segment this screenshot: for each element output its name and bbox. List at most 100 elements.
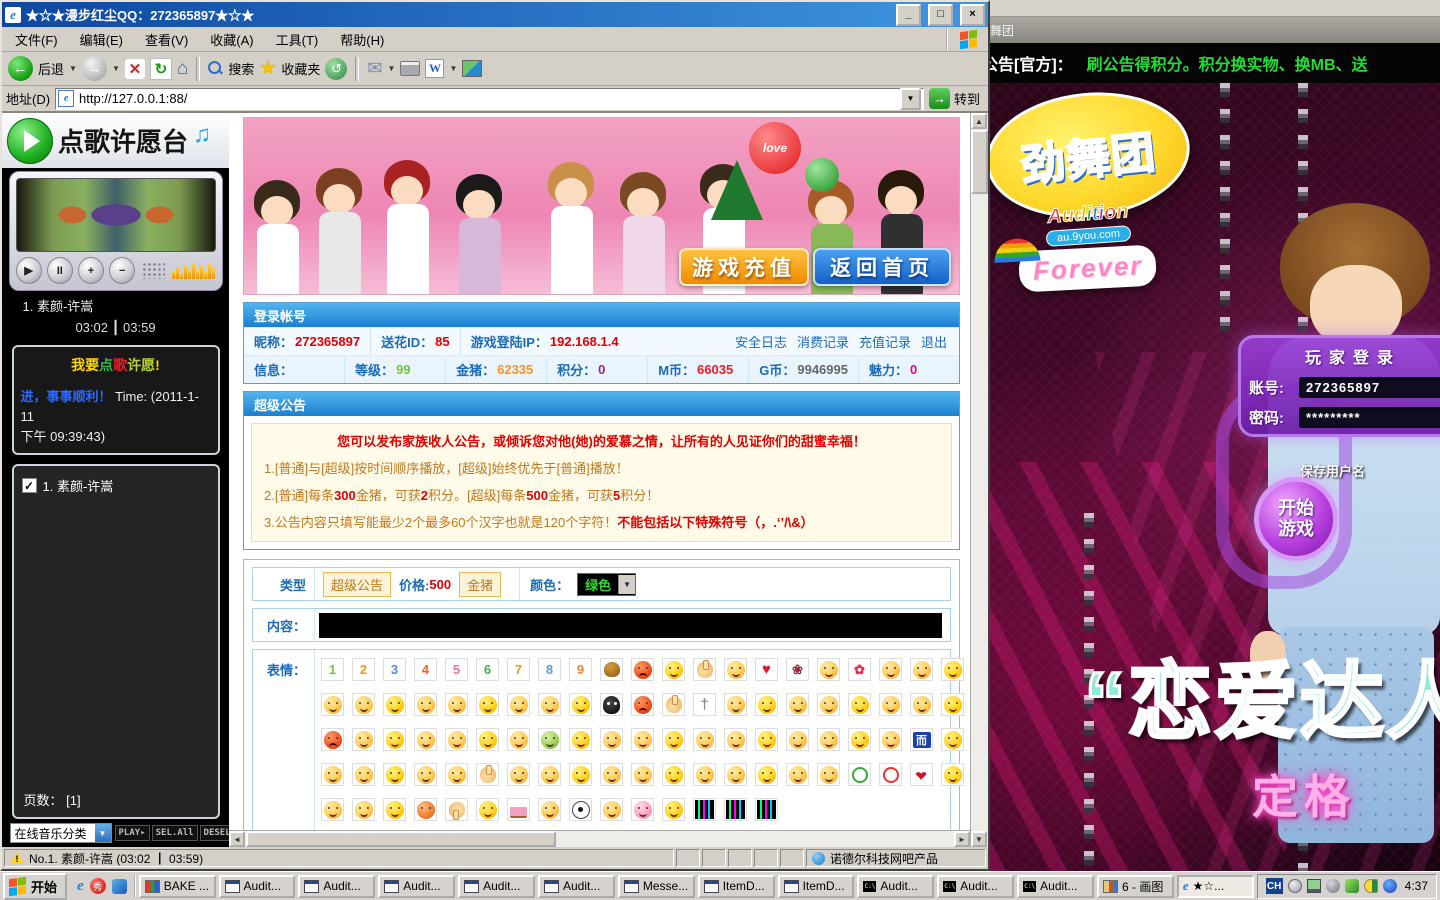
- taskbar-task-itemd-[interactable]: ItemD...: [698, 875, 775, 898]
- menu-item[interactable]: 帮助(H): [329, 28, 395, 51]
- game-window-titlebar[interactable]: 舞团: [966, 17, 1440, 43]
- face-icon[interactable]: [724, 693, 747, 716]
- face-icon[interactable]: [662, 798, 685, 821]
- face-icon[interactable]: [755, 763, 778, 786]
- forward-dropdown-icon[interactable]: ▼: [112, 64, 120, 73]
- print-icon[interactable]: [400, 61, 420, 76]
- heart-icon[interactable]: ♥: [755, 658, 778, 681]
- thumb-icon[interactable]: [662, 693, 685, 716]
- media-icon[interactable]: [462, 60, 482, 77]
- tv-icon[interactable]: 而: [910, 728, 933, 751]
- face-icon[interactable]: [414, 763, 437, 786]
- rose-icon[interactable]: ✿: [848, 658, 871, 681]
- search-icon[interactable]: [208, 61, 223, 76]
- taskbar-task-6-[interactable]: 6 - 画图: [1097, 875, 1174, 898]
- face-icon[interactable]: [910, 658, 933, 681]
- face-icon[interactable]: [879, 658, 902, 681]
- save-username-label[interactable]: 保存用户名: [1300, 461, 1365, 480]
- angry-icon[interactable]: [631, 658, 654, 681]
- thumb-down-icon[interactable]: [445, 798, 468, 821]
- quick-ie-icon[interactable]: e: [77, 878, 84, 895]
- checkbox-checked-icon[interactable]: ✓: [22, 478, 37, 493]
- browser-titlebar[interactable]: e ★☆★漫步红尘QQ：272365897★☆★ _ □ ×: [2, 2, 988, 27]
- forward-icon[interactable]: →: [82, 56, 107, 81]
- face-icon[interactable]: [910, 693, 933, 716]
- scroll-left-icon[interactable]: ◄: [229, 831, 245, 847]
- digit-5-icon[interactable]: 5: [445, 658, 468, 681]
- go-button[interactable]: → 转到: [929, 88, 984, 109]
- horizontal-scrollbar[interactable]: ◄ ►: [229, 830, 970, 847]
- face-icon[interactable]: [476, 798, 499, 821]
- face-icon[interactable]: [662, 658, 685, 681]
- network-tray-icon[interactable]: [1383, 879, 1397, 893]
- account-link[interactable]: 退出: [921, 332, 947, 351]
- face-icon[interactable]: [817, 693, 840, 716]
- face-icon[interactable]: [848, 693, 871, 716]
- face-icon[interactable]: [569, 728, 592, 751]
- back-dropdown-icon[interactable]: ▼: [69, 64, 77, 73]
- angry-icon[interactable]: [631, 693, 654, 716]
- type-value-chip[interactable]: 超级公告: [323, 572, 391, 597]
- close-button[interactable]: ×: [960, 4, 985, 26]
- dancer-icon[interactable]: [755, 798, 778, 821]
- face-icon[interactable]: [724, 763, 747, 786]
- digit-8-icon[interactable]: 8: [538, 658, 561, 681]
- face-icon[interactable]: [786, 763, 809, 786]
- start-game-button[interactable]: 开始 游戏: [1254, 477, 1338, 561]
- face-icon[interactable]: [786, 693, 809, 716]
- outline-green-icon[interactable]: [848, 763, 871, 786]
- face-icon[interactable]: [414, 693, 437, 716]
- face-icon[interactable]: [879, 693, 902, 716]
- outline-red-icon[interactable]: [879, 763, 902, 786]
- back-icon[interactable]: ←: [8, 56, 33, 81]
- face-icon[interactable]: [693, 763, 716, 786]
- thumb-icon[interactable]: [476, 763, 499, 786]
- account-link[interactable]: 充值记录: [859, 332, 911, 351]
- face-icon[interactable]: [662, 728, 685, 751]
- taskbar-task-messe-[interactable]: Messe...: [618, 875, 695, 898]
- account-link[interactable]: 安全日志: [735, 332, 787, 351]
- frog-icon[interactable]: [538, 728, 561, 751]
- pig-icon[interactable]: [631, 798, 654, 821]
- face-icon[interactable]: [569, 763, 592, 786]
- edit-dropdown-icon[interactable]: ▼: [449, 64, 457, 73]
- face-icon[interactable]: [476, 728, 499, 751]
- digit-9-icon[interactable]: 9: [569, 658, 592, 681]
- taskbar-task-audit-[interactable]: C:\Audit...: [937, 875, 1014, 898]
- face-icon[interactable]: [941, 658, 964, 681]
- wilted-rose-icon[interactable]: ❀: [786, 658, 809, 681]
- vertical-scrollbar[interactable]: ▲ ▼: [970, 113, 988, 847]
- face-icon[interactable]: [383, 728, 406, 751]
- menu-item[interactable]: 查看(V): [134, 28, 199, 51]
- account-field[interactable]: 272365897: [1299, 377, 1440, 398]
- playlist-item[interactable]: ✓1. 素颜-许嵩: [22, 476, 210, 495]
- face-icon[interactable]: [600, 763, 623, 786]
- taskbar-task-audit-[interactable]: C:\Audit...: [857, 875, 934, 898]
- face-icon[interactable]: [538, 693, 561, 716]
- face-icon[interactable]: [693, 728, 716, 751]
- dancer-icon[interactable]: [693, 798, 716, 821]
- quick-messenger-icon[interactable]: [112, 879, 127, 894]
- face-icon[interactable]: [817, 728, 840, 751]
- volume-tray-icon[interactable]: [1326, 879, 1340, 893]
- crab-icon[interactable]: [414, 798, 437, 821]
- face-icon[interactable]: [941, 763, 964, 786]
- face-icon[interactable]: [383, 798, 406, 821]
- sword-icon[interactable]: †: [693, 693, 716, 716]
- dancer-icon[interactable]: [724, 798, 747, 821]
- playlist-control-button[interactable]: DESEL: [200, 825, 229, 841]
- face-icon[interactable]: [507, 763, 530, 786]
- digit-2-icon[interactable]: 2: [352, 658, 375, 681]
- pause-button[interactable]: II: [47, 257, 73, 284]
- vertical-scroll-thumb[interactable]: [971, 130, 988, 194]
- angry-icon[interactable]: [321, 728, 344, 751]
- content-input[interactable]: [319, 613, 942, 638]
- menu-item[interactable]: 收藏(A): [199, 28, 264, 51]
- favorites-button[interactable]: 收藏夹: [281, 59, 320, 78]
- account-link[interactable]: 消费记录: [797, 332, 849, 351]
- volume-up-button[interactable]: +: [78, 257, 104, 284]
- music-category-select[interactable]: 在线音乐分类 ▼: [10, 823, 112, 843]
- quick-show-icon[interactable]: 秀: [90, 878, 106, 894]
- face-icon[interactable]: [631, 763, 654, 786]
- cake-icon[interactable]: [507, 798, 530, 821]
